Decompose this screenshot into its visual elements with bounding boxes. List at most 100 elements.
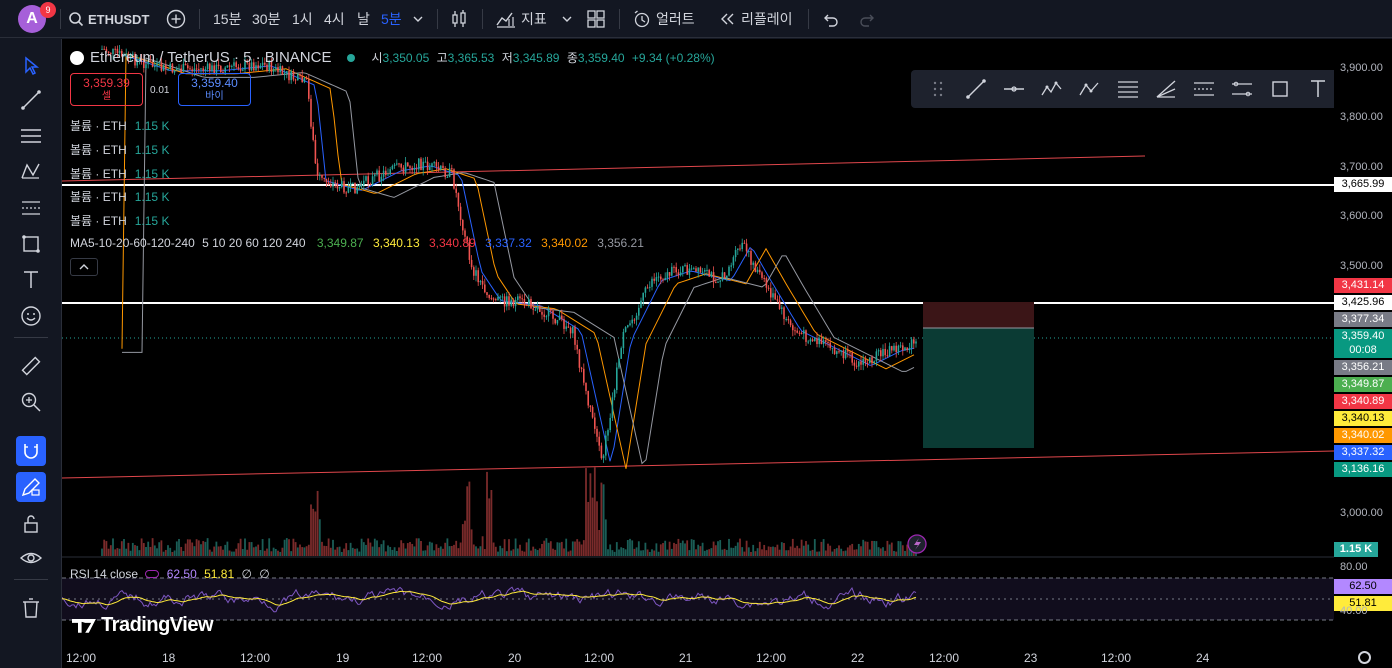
volume-bar bbox=[745, 540, 748, 556]
trendline-lower[interactable] bbox=[62, 450, 1334, 479]
hide-drawings-button[interactable] bbox=[16, 543, 46, 573]
collapse-legend-button[interactable] bbox=[70, 258, 98, 276]
interval-dropdown[interactable] bbox=[411, 0, 425, 38]
candle-body bbox=[809, 339, 812, 342]
volume-bar bbox=[131, 542, 134, 556]
text-button[interactable] bbox=[1299, 70, 1334, 108]
parallel-channel-button[interactable] bbox=[1223, 70, 1261, 108]
fib-retracement-button[interactable] bbox=[1109, 70, 1147, 108]
chart-pane[interactable]: Ethereum / TetherUS · 5 · BINANCE 시3,350… bbox=[62, 39, 1334, 647]
magnet-mode-button[interactable] bbox=[16, 436, 46, 466]
price-chart-canvas[interactable] bbox=[62, 39, 1334, 647]
interval-1h[interactable]: 1시 bbox=[292, 0, 313, 38]
volume-bar bbox=[567, 551, 570, 556]
pattern-tool[interactable] bbox=[16, 157, 46, 187]
projection-tool[interactable] bbox=[16, 193, 46, 223]
volume-bar bbox=[486, 471, 488, 556]
measure-tool[interactable] bbox=[16, 351, 46, 381]
position-target-zone[interactable] bbox=[923, 328, 1034, 448]
shape-tool[interactable] bbox=[16, 229, 46, 259]
candle-body bbox=[611, 397, 614, 418]
volume-bar bbox=[136, 545, 139, 556]
interval-15m[interactable]: 15분 bbox=[213, 0, 241, 38]
volume-legend-row[interactable]: 볼륨 · ETH 1.15 K bbox=[70, 188, 169, 205]
chart-type-button[interactable] bbox=[449, 0, 469, 38]
settings-gear-icon[interactable] bbox=[1358, 651, 1371, 664]
compare-symbol-button[interactable] bbox=[165, 0, 187, 38]
volume-legend-row[interactable]: 볼륨 · ETH 1.15 K bbox=[70, 117, 169, 134]
candle-body bbox=[321, 175, 323, 178]
volume-bar bbox=[835, 548, 838, 556]
symbol-search-button[interactable]: ETHUSDT bbox=[68, 0, 149, 38]
time-tick: 23 bbox=[1024, 651, 1038, 665]
candle-body bbox=[576, 344, 578, 350]
candle-body bbox=[888, 346, 891, 357]
volume-legend-row[interactable]: 볼륨 · ETH 1.15 K bbox=[70, 165, 169, 182]
volume-bar bbox=[721, 549, 724, 556]
redo-button[interactable] bbox=[858, 0, 878, 38]
candle-body bbox=[345, 192, 347, 194]
volume-bar bbox=[816, 551, 818, 556]
sell-button[interactable]: 3,359.39 셀 bbox=[70, 73, 143, 106]
horizontal-ray-button[interactable] bbox=[995, 70, 1033, 108]
symbol-legend[interactable]: Ethereum / TetherUS · 5 · BINANCE 시3,350… bbox=[70, 49, 715, 66]
rectangle-button[interactable] bbox=[1261, 70, 1299, 108]
position-stop-zone[interactable] bbox=[923, 302, 1034, 328]
volume-bar bbox=[690, 539, 693, 556]
elliott-wave-button[interactable] bbox=[1033, 70, 1071, 108]
volume-bar bbox=[829, 545, 832, 556]
candle-body bbox=[591, 407, 594, 418]
ma-legend-row[interactable]: MA5-10-20-60-120-240 5 10 20 60 120 240 … bbox=[70, 236, 644, 250]
text-tool[interactable] bbox=[16, 265, 46, 295]
buy-button[interactable]: 3,359.40 바이 bbox=[178, 73, 251, 106]
interval-1d[interactable]: 날 bbox=[357, 0, 370, 38]
candle-body bbox=[882, 348, 884, 357]
zoom-tool[interactable] bbox=[16, 387, 46, 417]
undo-button[interactable] bbox=[820, 0, 840, 38]
volume-bar bbox=[204, 541, 207, 556]
tradingview-logo[interactable]: TradingView bbox=[72, 614, 214, 637]
fib-fan-button[interactable] bbox=[1147, 70, 1185, 108]
layout-button[interactable] bbox=[586, 0, 606, 38]
alarm-clock-icon bbox=[634, 10, 650, 28]
candle-body bbox=[657, 276, 660, 278]
replay-button[interactable]: 리플레이 bbox=[718, 0, 793, 38]
time-scale[interactable]: 12:00 18 12:00 19 12:00 20 12:00 21 12:0… bbox=[62, 647, 1392, 668]
volume-bar bbox=[296, 547, 299, 556]
rsi-value: 62.50 bbox=[166, 567, 197, 581]
abc-pattern-button[interactable] bbox=[1071, 70, 1109, 108]
interval-5m[interactable]: 5분 bbox=[381, 0, 402, 38]
trendline-tool[interactable] bbox=[16, 85, 46, 115]
trendline-button[interactable] bbox=[957, 70, 995, 108]
volume-bar bbox=[490, 490, 493, 556]
candle-body bbox=[532, 308, 534, 310]
volume-bar bbox=[230, 551, 233, 556]
indicators-dropdown[interactable] bbox=[560, 0, 574, 38]
volume-bar bbox=[345, 543, 348, 556]
volume-bar bbox=[277, 550, 279, 556]
interval-30m[interactable]: 30분 bbox=[252, 0, 280, 38]
candle-body bbox=[798, 332, 801, 334]
emoji-tool[interactable] bbox=[16, 301, 46, 331]
candle-body bbox=[816, 338, 818, 345]
volume-legend-row[interactable]: 볼륨 · ETH 1.15 K bbox=[70, 212, 169, 229]
ma-value-60: 3,337.32 bbox=[485, 236, 532, 250]
candle-body bbox=[904, 347, 906, 351]
interval-4h[interactable]: 4시 bbox=[324, 0, 345, 38]
cursor-tool[interactable] bbox=[16, 51, 46, 81]
stay-in-drawing-mode-button[interactable] bbox=[16, 472, 46, 502]
candle-body bbox=[886, 355, 889, 357]
drag-handle[interactable] bbox=[919, 70, 957, 108]
trendline-upper[interactable] bbox=[62, 155, 1146, 182]
alert-button[interactable]: 얼러트 bbox=[632, 0, 695, 38]
price-scale[interactable]: 3,900.00 3,800.00 3,700.00 3,600.00 3,50… bbox=[1334, 39, 1392, 647]
volume-legend-row[interactable]: 볼륨 · ETH 1.15 K bbox=[70, 141, 169, 158]
volume-bar bbox=[112, 538, 114, 556]
rsi-legend[interactable]: RSI 14 close 62.50 51.81 ∅ ∅ bbox=[70, 567, 270, 581]
volume-bar bbox=[807, 544, 810, 556]
horizontal-lines-tool[interactable] bbox=[16, 121, 46, 151]
lock-drawings-button[interactable] bbox=[16, 509, 46, 539]
remove-drawings-button[interactable] bbox=[16, 593, 46, 623]
indicators-button[interactable]: 지표 bbox=[495, 0, 547, 38]
fib-channel-button[interactable] bbox=[1185, 70, 1223, 108]
